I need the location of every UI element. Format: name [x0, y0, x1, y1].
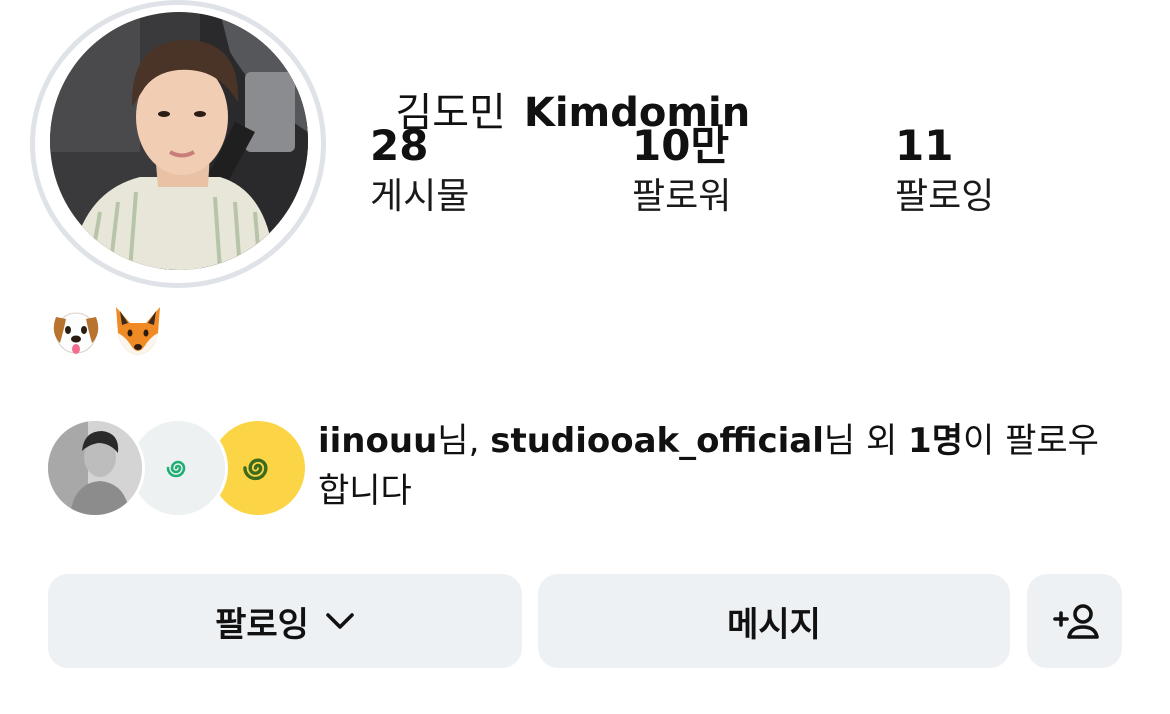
stat-followers-count: 10만	[632, 121, 730, 170]
fox-face-icon	[116, 307, 160, 355]
mutual-followers-text[interactable]: iinouu님, studiooak_official님 외 1명이 팔로우합니…	[318, 416, 1118, 516]
chevron-down-icon	[325, 612, 355, 630]
mutual-user-1[interactable]: iinouu	[318, 421, 437, 461]
stat-posts-label: 게시물	[370, 176, 470, 217]
mutual-count: 1명	[908, 421, 963, 461]
message-button-label: 메시지	[727, 604, 821, 645]
mutual-suffix-2: 님 외	[823, 421, 909, 461]
swirl-logo-icon	[166, 460, 186, 478]
mutual-avatar-iinouu	[45, 418, 145, 518]
mutual-suffix-1: 님,	[437, 421, 491, 461]
following-button-label: 팔로잉	[215, 604, 309, 645]
profile-photo	[50, 12, 308, 270]
stat-followers-label: 팔로워	[632, 176, 732, 217]
stat-following[interactable]: 11 팔로잉	[895, 120, 994, 222]
stat-following-label: 팔로잉	[895, 176, 995, 217]
stat-following-count: 11	[895, 121, 954, 170]
message-button[interactable]: 메시지	[538, 574, 1010, 668]
dog-face-icon	[53, 312, 99, 354]
profile-avatar[interactable]	[50, 12, 308, 270]
mutual-followers-avatars[interactable]	[45, 418, 308, 518]
person-photo-icon	[48, 421, 142, 515]
add-person-button[interactable]	[1027, 574, 1122, 668]
following-button[interactable]: 팔로잉	[48, 574, 522, 668]
stat-posts-count: 28	[370, 121, 429, 170]
swirl-logo-icon	[243, 458, 268, 481]
add-person-icon	[1052, 604, 1099, 639]
profile-bio	[48, 303, 166, 359]
mutual-user-2[interactable]: studiooak_official	[490, 421, 824, 461]
stat-posts[interactable]: 28 게시물	[370, 120, 469, 222]
stat-followers[interactable]: 10만 팔로워	[632, 120, 731, 222]
